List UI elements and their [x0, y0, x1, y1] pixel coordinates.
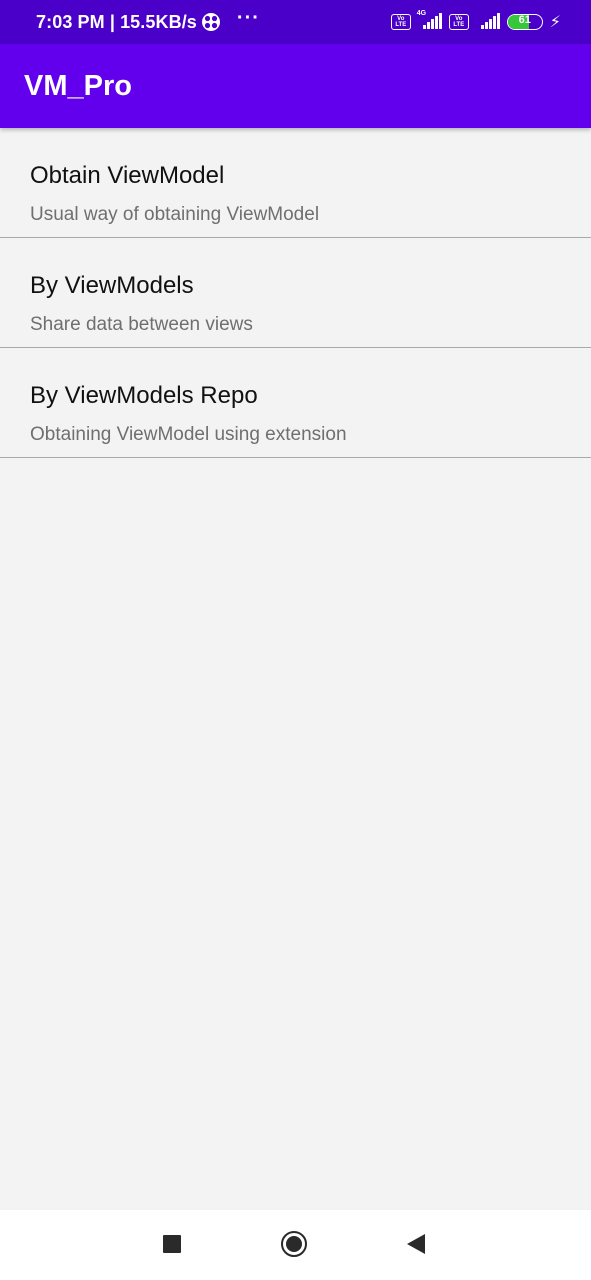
- status-right: Vo LTE 4G Vo LTE 61 ⚡: [390, 0, 561, 44]
- battery-percent: 61: [518, 14, 531, 26]
- list-item-by-viewmodels-repo[interactable]: By ViewModels Repo Obtaining ViewModel u…: [0, 348, 591, 458]
- list-item-subtitle: Usual way of obtaining ViewModel: [30, 204, 320, 225]
- list-item-subtitle: Share data between views: [30, 314, 253, 335]
- network-type-label: 4G: [416, 10, 427, 17]
- list-item-title: By ViewModels: [30, 272, 194, 299]
- volte-icon: Vo LTE: [390, 14, 411, 30]
- home-circle-icon[interactable]: [281, 1231, 307, 1257]
- status-bar: 7:03 PM | 15.5KB/s ··· Vo LTE 4G Vo LTE: [0, 0, 591, 44]
- list-item-obtain-viewmodel[interactable]: Obtain ViewModel Usual way of obtaining …: [0, 128, 591, 238]
- overflow-dots-icon: ···: [236, 6, 260, 29]
- recents-square-icon[interactable]: [163, 1235, 181, 1253]
- back-triangle-icon[interactable]: [407, 1234, 425, 1254]
- signal-icon-sim1: 4G: [416, 10, 443, 31]
- app-bar: VM_Pro: [0, 44, 591, 128]
- app-title: VM_Pro: [24, 70, 132, 102]
- system-nav-bar: [0, 1210, 591, 1280]
- list-item-subtitle: Obtaining ViewModel using extension: [30, 424, 347, 445]
- battery-icon: 61: [506, 14, 543, 30]
- bolt-icon: ⚡: [549, 14, 561, 31]
- signal-icon-sim2: [475, 13, 501, 31]
- list-item-title: Obtain ViewModel: [30, 162, 225, 189]
- item-list: Obtain ViewModel Usual way of obtaining …: [0, 128, 591, 458]
- status-time-speed: 7:03 PM | 15.5KB/s: [36, 11, 197, 32]
- status-left: 7:03 PM | 15.5KB/s ···: [36, 0, 260, 44]
- list-item-by-viewmodels[interactable]: By ViewModels Share data between views: [0, 238, 591, 348]
- volte-icon-2: Vo LTE: [448, 14, 469, 30]
- fan-icon: [201, 13, 220, 31]
- list-item-title: By ViewModels Repo: [30, 382, 258, 409]
